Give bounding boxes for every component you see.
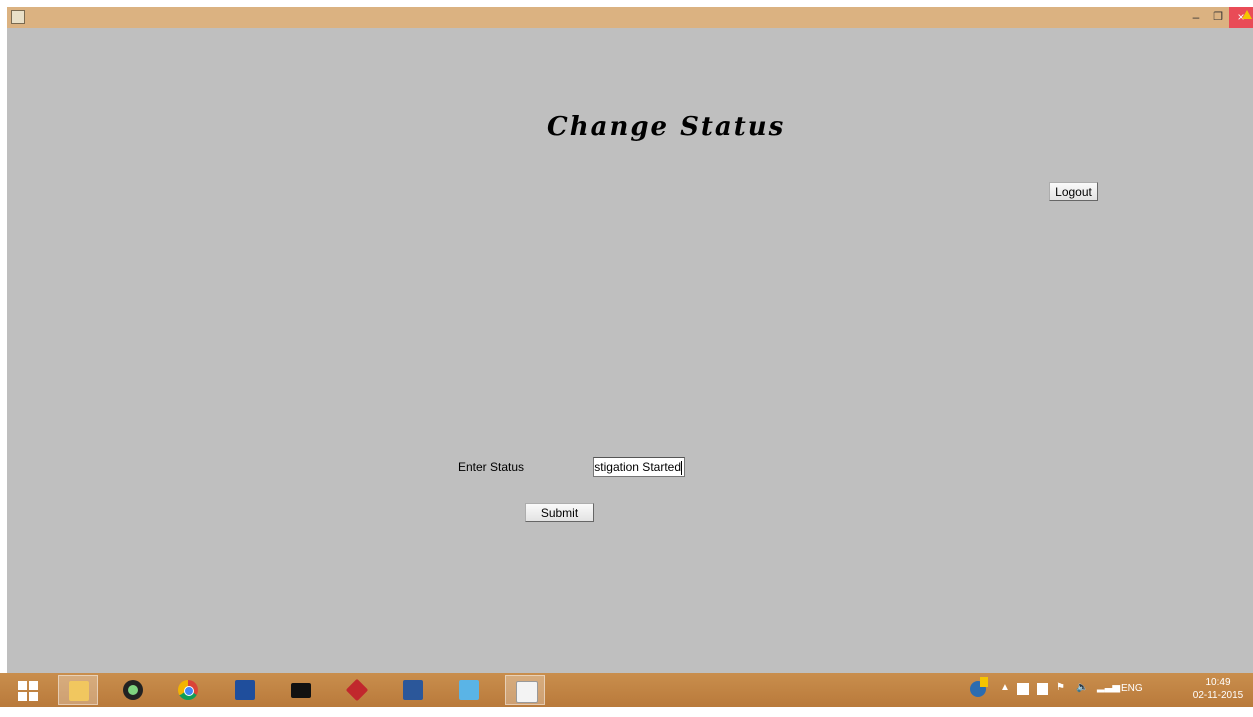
network-tray-icon[interactable]: [1017, 683, 1029, 695]
chrome-icon[interactable]: [168, 675, 208, 705]
camera-app-icon[interactable]: [113, 675, 153, 705]
chevron-up-icon[interactable]: ▲: [1000, 682, 1010, 716]
java-app-icon: [11, 10, 25, 24]
command-prompt-icon[interactable]: [281, 675, 321, 705]
java-icon[interactable]: [505, 675, 545, 705]
file-explorer-icon[interactable]: [58, 675, 98, 705]
app-blue-icon[interactable]: [449, 675, 489, 705]
status-input-value: stigation Started: [594, 460, 681, 474]
signal-icon[interactable]: ▂▃▅: [1097, 682, 1120, 716]
warning-icon: [1242, 10, 1252, 19]
app-window: – ❐ × Change Status Logout Enter Status …: [7, 7, 1253, 673]
minimize-button[interactable]: –: [1185, 7, 1207, 28]
maximize-button[interactable]: ❐: [1207, 7, 1229, 28]
submit-button[interactable]: Submit: [525, 503, 594, 522]
text-caret: [681, 460, 682, 475]
page-title: Change Status: [547, 112, 786, 142]
logout-button[interactable]: Logout: [1049, 182, 1098, 201]
app-red-icon[interactable]: [337, 675, 377, 705]
dev-cpp-icon[interactable]: [225, 675, 265, 705]
tablet-tray-icon[interactable]: [1037, 683, 1048, 695]
volume-icon[interactable]: 🔈: [1076, 682, 1088, 716]
close-button[interactable]: ×: [1229, 7, 1253, 28]
clock-date: 02-11-2015: [1192, 690, 1244, 701]
clock[interactable]: 10:49 02-11-2015: [1188, 676, 1248, 702]
status-input[interactable]: stigation Started: [593, 457, 685, 477]
language-indicator[interactable]: ENG: [1121, 683, 1143, 717]
start-button[interactable]: [8, 675, 48, 705]
taskbar: ▲ ⚑ 🔈 ▂▃▅ ENG 10:49 02-11-2015: [0, 673, 1253, 707]
status-label: Enter Status: [458, 460, 525, 474]
word-icon[interactable]: [393, 675, 433, 705]
title-bar[interactable]: – ❐ ×: [7, 7, 1253, 28]
clock-time: 10:49: [1205, 677, 1231, 688]
flag-icon[interactable]: ⚑: [1056, 682, 1065, 716]
